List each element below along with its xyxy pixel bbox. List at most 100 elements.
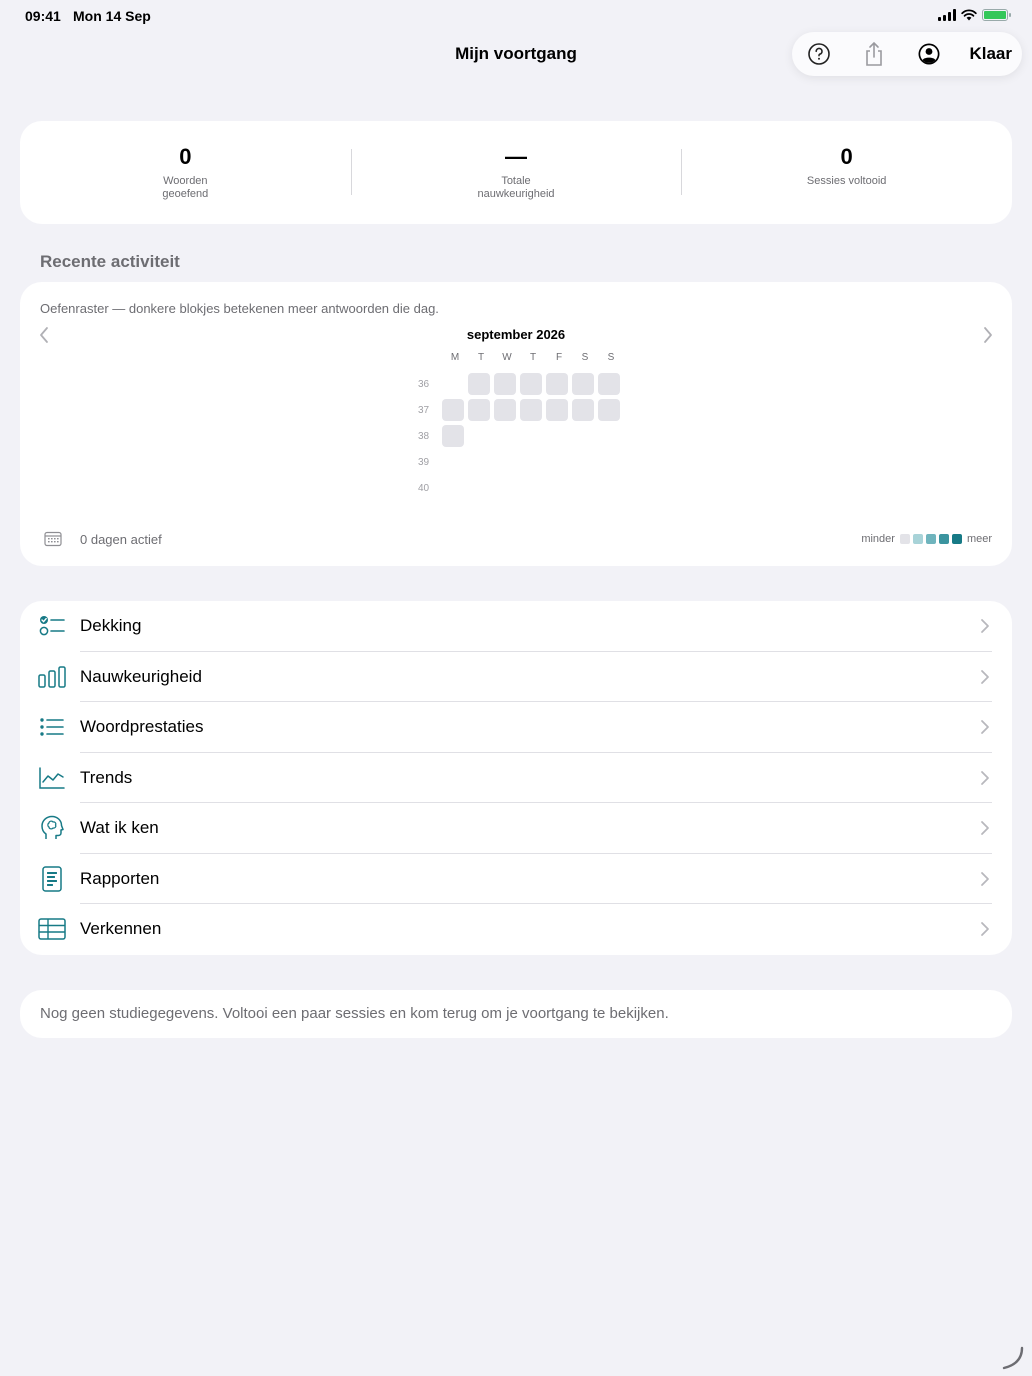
legend-swatch: [951, 534, 962, 544]
day-cell[interactable]: [546, 399, 568, 421]
day-cell[interactable]: [442, 425, 464, 447]
chevron-right-icon: [981, 619, 989, 634]
day-cell[interactable]: [520, 373, 542, 395]
weekday-label: S: [607, 352, 615, 363]
menu-item-what-i-know[interactable]: Wat ik ken: [20, 803, 1012, 854]
day-cell-empty: [572, 425, 594, 447]
stat-label: Sessies voltooid: [806, 175, 887, 187]
wifi-icon: [961, 9, 977, 21]
day-cell[interactable]: [520, 399, 542, 421]
legend-swatches: [899, 534, 962, 544]
stat-value: 0: [840, 144, 853, 169]
menu-item-label: Wat ik ken: [80, 818, 159, 838]
day-cell-empty: [546, 451, 568, 473]
list-icon: [38, 713, 66, 741]
day-cell-empty: [494, 477, 516, 499]
legend-swatch: [925, 534, 936, 544]
weekday-header: MTWTFSS: [442, 352, 624, 363]
resize-grabber-icon[interactable]: [1002, 1346, 1026, 1370]
legend-more-label: meer: [966, 533, 992, 545]
stat-label: Totale nauwkeurigheid: [477, 175, 555, 200]
menu-item-coverage[interactable]: Dekking: [20, 601, 1012, 652]
status-icons: [938, 9, 1011, 21]
section-header-recent-activity: Recente activiteit: [40, 252, 180, 271]
day-cell-empty: [546, 477, 568, 499]
chevron-right-icon: [981, 871, 989, 886]
weekday-label: M: [450, 352, 460, 363]
bar-chart-icon: [38, 663, 66, 691]
day-cell-empty: [468, 451, 490, 473]
day-cell-empty: [598, 477, 620, 499]
day-cell[interactable]: [442, 399, 464, 421]
day-cell[interactable]: [494, 399, 516, 421]
day-cell-empty: [442, 373, 464, 395]
month-title: september 2026: [466, 327, 566, 342]
help-icon: [808, 43, 830, 65]
legend-swatch: [899, 534, 910, 544]
stat-total-accuracy: — Totale nauwkeurigheid: [350, 121, 682, 224]
week-row: 36: [418, 371, 624, 397]
weekday-label: T: [477, 352, 485, 363]
done-button[interactable]: Klaar: [969, 44, 1012, 64]
brain-head-icon: [38, 814, 66, 842]
chevron-right-icon: [981, 720, 989, 735]
day-cell-empty: [572, 451, 594, 473]
day-cell[interactable]: [598, 399, 620, 421]
legend-swatch: [912, 534, 923, 544]
menu-item-trends[interactable]: Trends: [20, 753, 1012, 803]
account-icon: [918, 43, 940, 65]
day-cell[interactable]: [546, 373, 568, 395]
days-active-count: 0 dagen actief: [80, 532, 162, 547]
menu-item-accuracy[interactable]: Nauwkeurigheid: [20, 652, 1012, 702]
day-cell[interactable]: [572, 399, 594, 421]
day-cell-empty: [494, 451, 516, 473]
week-number: 37: [418, 404, 430, 416]
day-cell[interactable]: [494, 373, 516, 395]
day-cell-empty: [598, 451, 620, 473]
account-button[interactable]: [914, 39, 944, 69]
day-cell-empty: [442, 477, 464, 499]
day-cell[interactable]: [598, 373, 620, 395]
status-date: Mon 14 Sep: [73, 8, 151, 24]
day-cell-empty: [442, 451, 464, 473]
menu-item-label: Woordprestaties: [80, 717, 204, 737]
day-cell-empty: [546, 425, 568, 447]
week-number: 38: [418, 430, 430, 442]
legend-less-label: minder: [861, 533, 895, 545]
chevron-right-icon: [981, 669, 989, 684]
day-cell-empty: [520, 425, 542, 447]
help-button[interactable]: [804, 39, 834, 69]
day-cell[interactable]: [572, 373, 594, 395]
share-icon: [866, 41, 882, 66]
day-cell[interactable]: [468, 373, 490, 395]
weekday-label: W: [502, 352, 512, 363]
calendar-icon: [44, 531, 62, 552]
weekday-label: F: [555, 352, 563, 363]
week-row: 39: [418, 449, 624, 475]
week-number: 36: [418, 378, 430, 390]
day-cell-empty: [520, 477, 542, 499]
week-row: 38: [418, 423, 624, 449]
menu-item-word-performance[interactable]: Woordprestaties: [20, 702, 1012, 753]
day-cell-empty: [468, 425, 490, 447]
menu-item-label: Nauwkeurigheid: [80, 666, 202, 686]
share-button[interactable]: [859, 39, 889, 69]
day-cell-empty: [598, 425, 620, 447]
menu-item-explore[interactable]: Verkennen: [20, 904, 1012, 955]
stat-words-practiced: 0 Woorden geoefend: [20, 121, 351, 224]
day-cell-empty: [572, 477, 594, 499]
line-chart-icon: [38, 764, 66, 792]
table-icon: [38, 915, 66, 943]
status-bar: 09:41 Mon 14 Sep: [0, 0, 1032, 32]
nav-actions: Klaar: [792, 32, 1022, 76]
activity-legend: minder meer: [861, 533, 992, 545]
menu-item-label: Trends: [80, 767, 133, 787]
day-cell[interactable]: [468, 399, 490, 421]
checklist-icon: [38, 612, 66, 640]
week-row: 37: [418, 397, 624, 423]
week-number: 40: [418, 482, 430, 494]
menu-item-reports[interactable]: Rapporten: [20, 854, 1012, 904]
menu-item-label: Verkennen: [80, 919, 162, 939]
menu-item-label: Rapporten: [80, 868, 160, 888]
activity-caption: Oefenraster — donkere blokjes betekenen …: [40, 301, 439, 316]
